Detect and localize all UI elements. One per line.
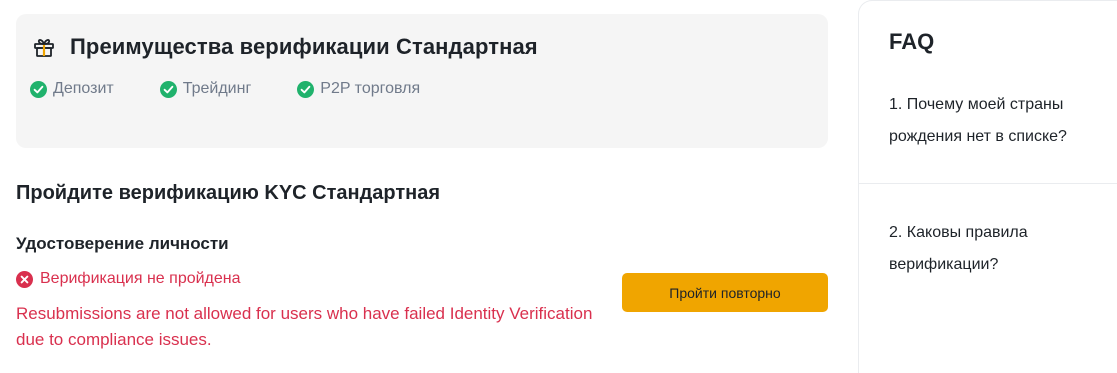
benefits-header: Преимущества верификации Стандартная [32, 34, 538, 60]
check-circle-icon [30, 80, 47, 98]
verification-status: Верификация не пройдена [16, 270, 241, 288]
benefit-label: P2P торговля [320, 80, 421, 97]
benefit-item-p2p: P2P торговля [297, 80, 420, 98]
retry-verification-button[interactable]: Пройти повторно [622, 273, 828, 312]
gift-icon [32, 35, 56, 59]
check-circle-icon [159, 80, 177, 98]
faq-title: FAQ [889, 29, 935, 54]
benefit-item-deposit: Депозит [30, 80, 114, 98]
error-message: Resubmissions are not allowed for users … [16, 304, 593, 349]
status-text: Верификация не пройдена [40, 270, 241, 287]
identity-document-title: Удостоверение личности [16, 234, 229, 253]
benefit-list: Депозит Трейдинг P2P торговля [30, 80, 466, 98]
faq-divider [859, 183, 1117, 184]
faq-sidebar: FAQ 1. Почему моей страны рождения нет в… [858, 0, 1117, 373]
check-circle-icon [297, 80, 315, 98]
faq-item-1[interactable]: 1. Почему моей страны рождения нет в спи… [889, 89, 1111, 153]
kyc-section-title: Пройдите верификацию KYC Стандартная [16, 182, 441, 204]
benefit-item-trading: Трейдинг [159, 80, 252, 98]
page: Преимущества верификации Стандартная Деп… [0, 0, 1117, 373]
error-circle-icon [16, 270, 33, 288]
benefits-title: Преимущества верификации Стандартная [70, 34, 538, 59]
benefit-label: Трейдинг [182, 80, 252, 97]
faq-item-2[interactable]: 2. Каковы правила верификации? [889, 217, 1111, 281]
benefit-label: Депозит [53, 80, 114, 97]
main-content: Преимущества верификации Стандартная Деп… [0, 0, 858, 373]
